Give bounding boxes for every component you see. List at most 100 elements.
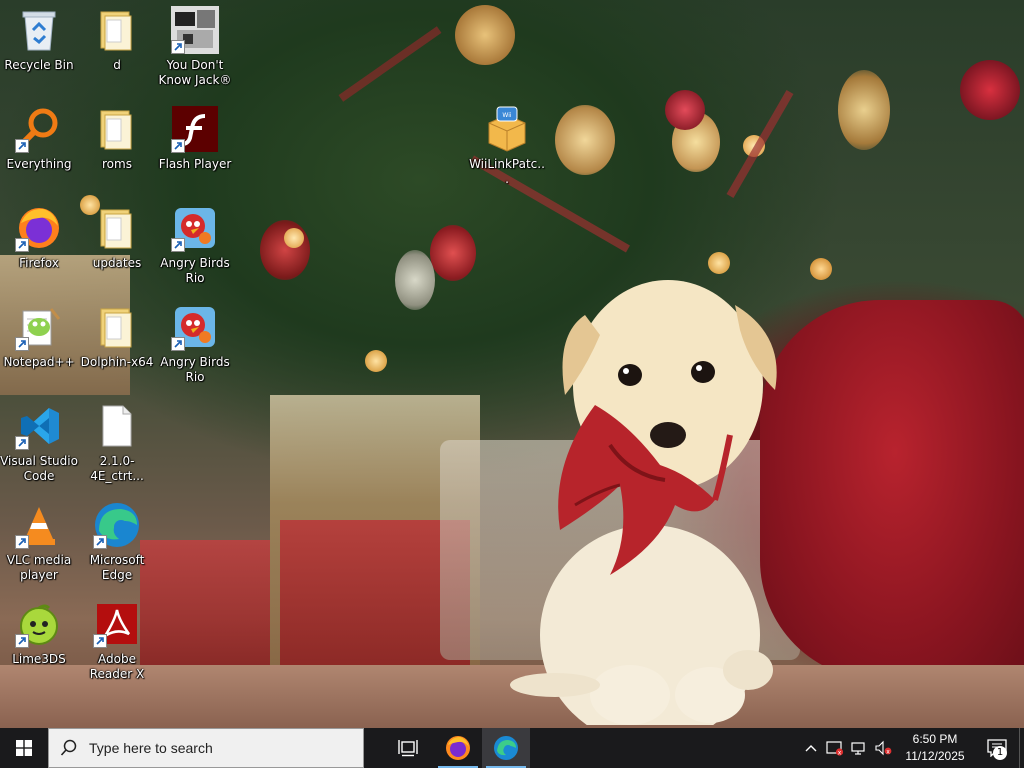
desktop-icon-label: Flash Player [158, 157, 232, 171]
desktop-icon-lime3ds[interactable]: Lime3DS [0, 596, 78, 692]
folder-icon [93, 204, 141, 252]
taskbar-firefox-button[interactable] [434, 728, 482, 768]
taskbar: Type here to search x x 6:50 PM 11/12/20… [0, 728, 1024, 768]
desktop-icon-flash-player[interactable]: Flash Player [156, 101, 234, 197]
shortcut-arrow-icon [93, 634, 107, 648]
shortcut-arrow-icon [171, 238, 185, 252]
desktop-icon-label: Angry Birds Rio [160, 355, 230, 384]
svg-text:x: x [886, 748, 890, 755]
tray-network-button[interactable] [847, 728, 871, 768]
shortcut-arrow-icon [171, 337, 185, 351]
desktop-icon-firefox[interactable]: Firefox [0, 200, 78, 296]
shortcut-arrow-icon [15, 337, 29, 351]
clock-time: 6:50 PM [912, 732, 958, 746]
shortcut-arrow-icon [171, 139, 185, 153]
desktop-icon-notepad[interactable]: Notepad++ [0, 299, 78, 395]
desktop-icon-visual-studio-code[interactable]: Visual Studio Code [0, 398, 78, 494]
vlc-icon [15, 501, 63, 549]
desktop-icon-label: d [113, 58, 121, 72]
desktop-icon-label: Adobe Reader X [89, 652, 145, 681]
vscode-icon [15, 402, 63, 450]
desktop-icon-label: Dolphin-x64 [80, 355, 154, 369]
tray-volume-button[interactable]: x [871, 728, 895, 768]
desktop-icon-wiilinkpatc[interactable]: Wii WiiLinkPatc... [468, 101, 546, 197]
flash-player-icon [171, 105, 219, 153]
desktop-icon-you-don-t-know-jack[interactable]: You Don't Know Jack® [156, 2, 234, 98]
tray-security-button[interactable]: x [823, 728, 847, 768]
network-icon [851, 742, 865, 755]
desktop-icon-roms[interactable]: roms [78, 101, 156, 197]
desktop-icon-label: Angry Birds Rio [160, 256, 230, 285]
task-view-icon [398, 740, 418, 757]
desktop-icon-label: VLC media player [6, 553, 72, 582]
file-icon [93, 402, 141, 450]
desktop-icon-label: Microsoft Edge [89, 553, 145, 582]
shortcut-arrow-icon [171, 40, 185, 54]
security-alert-icon: x [826, 741, 844, 757]
recycle-bin-icon [15, 6, 63, 54]
package-icon: Wii [483, 105, 531, 153]
desktop-icon-angry-birds-rio[interactable]: Angry Birds Rio [156, 200, 234, 296]
desktop-icon-label: updates [92, 256, 142, 270]
edge-icon [93, 501, 141, 549]
notification-center-button[interactable]: 1 [975, 728, 1019, 768]
folder-icon [93, 105, 141, 153]
desktop-icon-label: 2.1.0-4E_ctrt... [90, 454, 144, 483]
svg-text:x: x [838, 750, 842, 757]
everything-search-icon [15, 105, 63, 153]
task-view-button[interactable] [384, 728, 432, 768]
lime3ds-icon [15, 600, 63, 648]
shortcut-arrow-icon [15, 139, 29, 153]
angry-birds-icon [171, 303, 219, 351]
desktop-icon-label: Recycle Bin [4, 58, 74, 72]
angry-birds-icon [171, 204, 219, 252]
desktop-icon-dolphin-x64[interactable]: Dolphin-x64 [78, 299, 156, 395]
desktop-icon-updates[interactable]: updates [78, 200, 156, 296]
search-placeholder: Type here to search [89, 740, 213, 756]
desktop-icon-microsoft-edge[interactable]: Microsoft Edge [78, 497, 156, 593]
adobe-reader-icon [93, 600, 141, 648]
system-tray: x x 6:50 PM 11/12/2025 1 [799, 728, 1024, 768]
taskbar-clock[interactable]: 6:50 PM 11/12/2025 [895, 731, 975, 765]
desktop-icon-label: Lime3DS [12, 652, 66, 666]
desktop-icon-everything[interactable]: Everything [0, 101, 78, 197]
desktop-icon-label: Everything [6, 157, 72, 171]
edge-icon [494, 736, 518, 760]
desktop-icon-label: Visual Studio Code [0, 454, 78, 483]
windows-logo-icon [16, 740, 32, 756]
taskbar-edge-button[interactable] [482, 728, 530, 768]
start-button[interactable] [0, 728, 48, 768]
notification-count-badge: 1 [993, 746, 1007, 760]
desktop-icon-2-1-0-4e-ctrt[interactable]: 2.1.0-4E_ctrt... [78, 398, 156, 494]
desktop-icon-adobe-reader-x[interactable]: Adobe Reader X [78, 596, 156, 692]
shortcut-arrow-icon [93, 535, 107, 549]
folder-icon [93, 6, 141, 54]
clock-date: 11/12/2025 [905, 749, 965, 763]
shortcut-arrow-icon [15, 436, 29, 450]
desktop-icon-angry-birds-rio[interactable]: Angry Birds Rio [156, 299, 234, 395]
folder-icon [93, 303, 141, 351]
notepadpp-icon [15, 303, 63, 351]
desktop-icon-label: roms [102, 157, 132, 171]
firefox-icon [15, 204, 63, 252]
chevron-up-icon [805, 745, 817, 752]
taskbar-search-box[interactable]: Type here to search [48, 728, 364, 768]
firefox-icon [446, 736, 470, 760]
puppy-image [510, 280, 777, 725]
show-hidden-icons-button[interactable] [799, 728, 823, 768]
svg-text:Wii: Wii [502, 112, 511, 119]
desktop-icon-label: You Don't Know Jack® [158, 58, 232, 87]
desktop-icon-label: Notepad++ [3, 355, 75, 369]
desktop-icon-vlc-media-player[interactable]: VLC media player [0, 497, 78, 593]
desktop-icon-label: Firefox [19, 256, 59, 270]
desktop-icon-recycle-bin[interactable]: Recycle Bin [0, 2, 78, 98]
desktop-icon-d[interactable]: d [78, 2, 156, 98]
show-desktop-button[interactable] [1019, 728, 1024, 768]
shortcut-arrow-icon [15, 634, 29, 648]
shortcut-arrow-icon [15, 238, 29, 252]
volume-muted-icon: x [875, 740, 892, 756]
game-icon [171, 6, 219, 54]
desktop-icon-label: WiiLinkPatc... [469, 157, 545, 186]
shortcut-arrow-icon [15, 535, 29, 549]
search-icon [49, 739, 89, 757]
